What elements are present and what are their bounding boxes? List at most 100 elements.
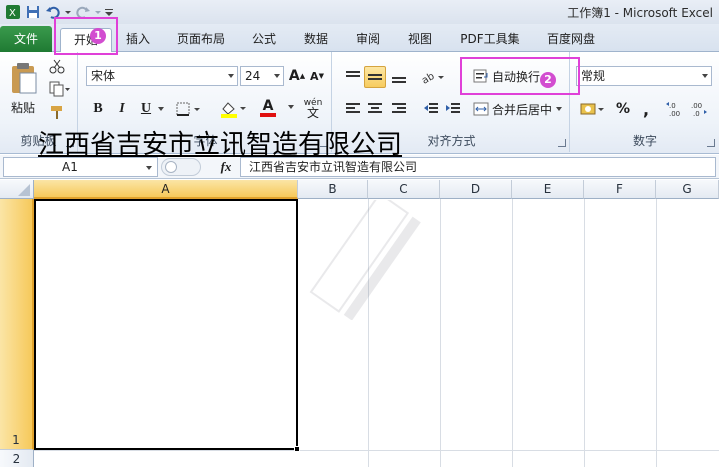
grid-line bbox=[440, 199, 441, 467]
svg-text:.0: .0 bbox=[669, 102, 676, 110]
decrease-decimal-button[interactable]: .00.0 bbox=[688, 98, 710, 120]
row-header-1[interactable]: 1 bbox=[0, 199, 34, 450]
tab-baidu-netdisk[interactable]: 百度网盘 bbox=[538, 28, 604, 52]
increase-decimal-button[interactable]: .0.00 bbox=[664, 98, 686, 120]
paste-button[interactable]: 粘贴 bbox=[4, 56, 42, 120]
tab-data[interactable]: 数据 bbox=[298, 28, 334, 52]
comma-button[interactable]: , bbox=[636, 98, 656, 120]
tab-file[interactable]: 文件 bbox=[0, 26, 52, 52]
increase-decimal-icon: .0.00 bbox=[666, 102, 680, 118]
merge-center-button[interactable]: 合并后居中 bbox=[472, 98, 568, 120]
increase-indent-icon bbox=[446, 103, 460, 113]
chevron-down-icon bbox=[288, 105, 294, 109]
chevron-down-icon bbox=[274, 74, 280, 78]
fill-color-button[interactable] bbox=[218, 98, 250, 120]
currency-icon bbox=[580, 103, 604, 115]
align-left-button[interactable] bbox=[342, 98, 364, 120]
svg-text:ab: ab bbox=[421, 71, 436, 85]
number-group: 常规 % , .0.00 .00.0 数字 bbox=[572, 52, 718, 152]
decrease-indent-button[interactable] bbox=[420, 98, 442, 120]
top-align-button[interactable] bbox=[342, 66, 364, 88]
row-number-1: 1 bbox=[12, 433, 20, 447]
underline-dropdown[interactable] bbox=[156, 98, 166, 120]
grow-font-button[interactable]: A ▲ bbox=[288, 66, 306, 86]
grid-line bbox=[656, 199, 657, 467]
align-center-icon bbox=[368, 103, 382, 113]
align-center-button[interactable] bbox=[364, 98, 386, 120]
copy-button[interactable] bbox=[46, 79, 74, 99]
align-right-button[interactable] bbox=[388, 98, 410, 120]
increase-indent-button[interactable] bbox=[442, 98, 464, 120]
tab-review[interactable]: 审阅 bbox=[350, 28, 386, 52]
align-left-icon bbox=[346, 103, 360, 113]
cut-button[interactable] bbox=[46, 56, 68, 76]
orientation-icon: ab bbox=[421, 71, 444, 85]
grid-line bbox=[512, 199, 513, 467]
column-header-e[interactable]: E bbox=[512, 180, 584, 199]
percent-button[interactable]: % bbox=[612, 98, 634, 120]
column-header-a[interactable]: A bbox=[34, 180, 298, 199]
tab-formulas[interactable]: 公式 bbox=[246, 28, 282, 52]
grow-font-glyph: A bbox=[288, 68, 300, 84]
save-icon[interactable] bbox=[24, 3, 42, 21]
excel-logo-icon[interactable]: X bbox=[4, 3, 22, 21]
shrink-font-arrow-icon: ▼ bbox=[318, 72, 324, 80]
chevron-down-icon bbox=[702, 74, 708, 78]
format-painter-button[interactable] bbox=[46, 102, 68, 122]
borders-button[interactable] bbox=[174, 98, 204, 120]
grid-line bbox=[34, 450, 719, 451]
decrease-indent-icon bbox=[424, 103, 438, 113]
number-format-value: 常规 bbox=[581, 69, 606, 83]
number-launcher-icon[interactable] bbox=[707, 139, 715, 147]
bold-button[interactable]: B bbox=[88, 98, 108, 120]
window-title: 工作簿1 - Microsoft Excel bbox=[567, 6, 713, 20]
tab-view[interactable]: 视图 bbox=[402, 28, 438, 52]
shrink-font-button[interactable]: A ▼ bbox=[308, 66, 326, 86]
middle-align-button[interactable] bbox=[364, 66, 386, 88]
font-name-value: 宋体 bbox=[91, 69, 116, 83]
bottom-align-button[interactable] bbox=[388, 66, 410, 88]
svg-text:.0: .0 bbox=[693, 110, 700, 118]
font-color-swatch bbox=[260, 113, 276, 117]
accounting-format-button[interactable] bbox=[578, 98, 608, 120]
bottom-align-icon bbox=[392, 77, 406, 83]
row-header-2[interactable]: 2 bbox=[0, 450, 34, 467]
chevron-down-icon bbox=[228, 74, 234, 78]
paint-bucket-icon bbox=[221, 102, 246, 118]
chevron-down-icon bbox=[146, 166, 152, 170]
grid-line bbox=[368, 199, 369, 467]
fill-handle[interactable] bbox=[294, 446, 300, 452]
phonetic-char-icon: 文 bbox=[306, 105, 319, 120]
font-name-combo[interactable]: 宋体 bbox=[86, 66, 238, 86]
format-painter-icon bbox=[51, 106, 62, 119]
column-header-b[interactable]: B bbox=[298, 180, 368, 199]
shrink-font-glyph: A bbox=[310, 69, 319, 83]
tab-pdf-tools[interactable]: PDF工具集 bbox=[452, 28, 528, 52]
column-header-g[interactable]: G bbox=[656, 180, 719, 199]
merge-center-icon bbox=[473, 102, 489, 116]
font-color-dropdown[interactable] bbox=[286, 96, 296, 118]
font-color-button[interactable]: A bbox=[252, 96, 284, 120]
column-header-f[interactable]: F bbox=[584, 180, 656, 199]
cell-a1[interactable] bbox=[34, 199, 298, 450]
column-header-c[interactable]: C bbox=[368, 180, 440, 199]
tab-insert[interactable]: 插入 bbox=[120, 28, 156, 52]
select-all-triangle-icon bbox=[18, 184, 30, 196]
phonetic-button[interactable]: wén 文 bbox=[300, 96, 326, 120]
column-header-d[interactable]: D bbox=[440, 180, 512, 199]
alignment-launcher-icon[interactable] bbox=[558, 139, 566, 147]
tab-page-layout[interactable]: 页面布局 bbox=[170, 28, 232, 52]
italic-button[interactable]: I bbox=[112, 98, 132, 120]
copy-icon bbox=[49, 81, 70, 97]
font-size-combo[interactable]: 24 bbox=[240, 66, 284, 86]
underline-button[interactable]: U bbox=[136, 98, 156, 120]
highlight-home-tab bbox=[54, 17, 118, 55]
worksheet-grid[interactable]: A B C D E F G 1 2 bbox=[0, 180, 719, 467]
number-format-combo[interactable]: 常规 bbox=[576, 66, 712, 86]
svg-text:.00: .00 bbox=[691, 102, 702, 110]
orientation-button[interactable]: ab bbox=[420, 66, 446, 88]
select-all-button[interactable] bbox=[0, 180, 34, 199]
font-color-glyph: A bbox=[262, 98, 274, 114]
align-right-icon bbox=[392, 103, 406, 113]
step-badge-1: 1 bbox=[90, 28, 106, 44]
